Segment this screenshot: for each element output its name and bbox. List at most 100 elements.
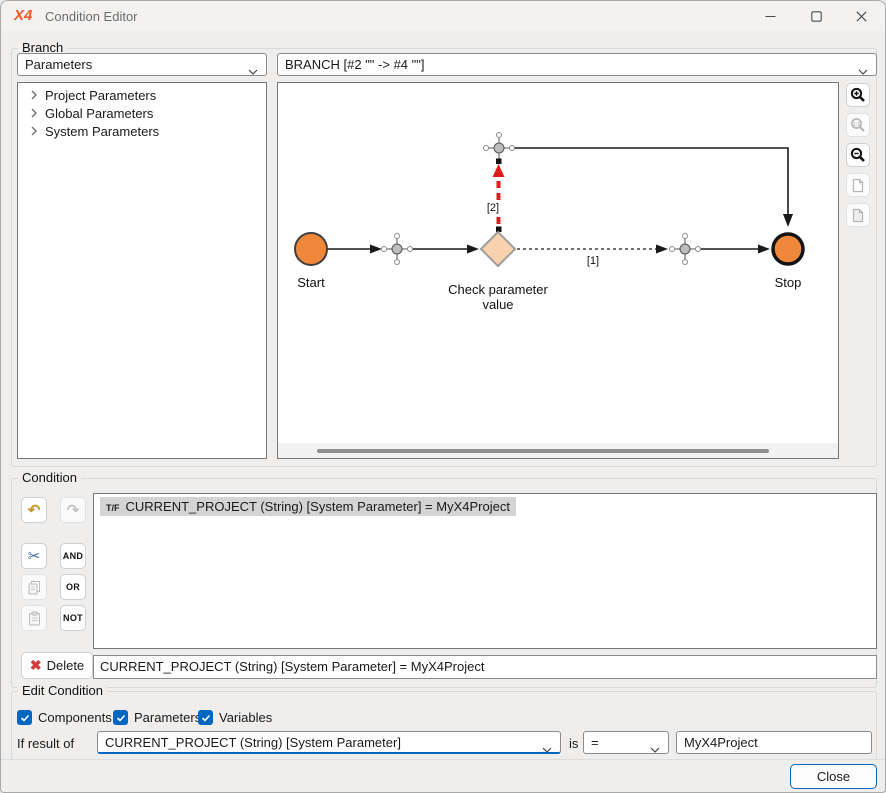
minimize-icon: [765, 11, 776, 22]
copy-icon: [27, 580, 42, 595]
cut-button[interactable]: ✂: [21, 543, 47, 569]
checkbox-checked-icon: [113, 710, 128, 725]
minimize-button[interactable]: [748, 1, 793, 31]
svg-text:1:1: 1:1: [853, 122, 861, 128]
operator-select[interactable]: =: [583, 731, 669, 754]
footer-separator: [1, 759, 885, 760]
checkbox-checked-icon: [198, 710, 213, 725]
edge-endpoint-handle[interactable]: [496, 159, 502, 165]
chevron-down-icon: [650, 741, 660, 754]
start-node-label: Start: [297, 275, 325, 290]
close-icon: [856, 11, 867, 22]
stop-node[interactable]: [773, 234, 803, 264]
close-button[interactable]: Close: [790, 764, 877, 789]
or-label: OR: [66, 582, 80, 592]
operand-select-value: CURRENT_PROJECT (String) [System Paramet…: [105, 735, 401, 750]
not-button[interactable]: NOT: [60, 605, 86, 631]
condition-list-item[interactable]: T/F CURRENT_PROJECT (String) [System Par…: [100, 497, 516, 516]
chevron-right-icon: [26, 108, 42, 118]
stop-node-label: Stop: [775, 275, 802, 290]
zoom-out-icon: [850, 147, 866, 163]
chevron-down-icon: [542, 741, 552, 754]
arrowhead-icon: [467, 245, 479, 254]
checkbox-label: Variables: [219, 710, 272, 725]
condition-expression-field[interactable]: CURRENT_PROJECT (String) [System Paramet…: [93, 655, 877, 679]
zoom-actual-size-button[interactable]: 1:1: [846, 113, 870, 137]
branch-select[interactable]: BRANCH [#2 "" -> #4 ""]: [277, 53, 877, 76]
x4-logo-icon: X4: [14, 7, 32, 24]
edge2-label: [2]: [487, 202, 499, 214]
tree-item-label: System Parameters: [45, 124, 159, 139]
edge-branch2-route[interactable]: [512, 148, 788, 214]
close-window-button[interactable]: [839, 1, 884, 31]
window-title: Condition Editor: [45, 9, 138, 24]
page-icon: [851, 178, 865, 193]
checkbox-parameters[interactable]: Parameters: [113, 710, 201, 725]
workflow-diagram: [2] [1] Start Check parameter value Stop: [278, 83, 838, 444]
edge1-label: [1]: [587, 255, 599, 267]
checkbox-label: Parameters: [134, 710, 201, 725]
and-button[interactable]: AND: [60, 543, 86, 569]
delete-icon: ✖: [30, 657, 42, 674]
delete-button[interactable]: ✖ Delete: [21, 652, 93, 679]
arrowhead-icon: [656, 245, 668, 254]
connector-node-1[interactable]: [382, 234, 413, 265]
redo-icon: ↷: [67, 501, 80, 519]
undo-icon: ↶: [28, 501, 41, 519]
condition-item-text: CURRENT_PROJECT (String) [System Paramet…: [126, 499, 510, 514]
or-button[interactable]: OR: [60, 574, 86, 600]
connector-node-2[interactable]: [484, 133, 515, 162]
tree-item-project-parameters[interactable]: Project Parameters: [18, 86, 266, 104]
redo-button[interactable]: ↷: [60, 497, 86, 523]
chevron-right-icon: [26, 90, 42, 100]
arrowhead-icon: [783, 214, 793, 227]
chevron-down-icon: [248, 63, 258, 76]
workflow-diagram-canvas[interactable]: [2] [1] Start Check parameter value Stop: [278, 83, 838, 442]
checkbox-variables[interactable]: Variables: [198, 710, 272, 725]
chevron-right-icon: [26, 126, 42, 136]
operand-select[interactable]: CURRENT_PROJECT (String) [System Paramet…: [97, 731, 561, 754]
parameter-tree: Project Parameters Global Parameters Sys…: [17, 82, 267, 459]
copy-button[interactable]: [21, 574, 47, 600]
undo-button[interactable]: ↶: [21, 497, 47, 523]
parameter-category-select[interactable]: Parameters: [17, 53, 267, 76]
zoom-actual-size-icon: 1:1: [850, 117, 866, 133]
and-label: AND: [63, 551, 83, 561]
zoom-out-button[interactable]: [846, 143, 870, 167]
maximize-icon: [811, 11, 822, 22]
zoom-in-button[interactable]: [846, 83, 870, 107]
arrowhead-icon: [758, 245, 770, 254]
parameter-category-value: Parameters: [25, 57, 92, 72]
page-button[interactable]: [846, 173, 870, 197]
zoom-in-icon: [850, 87, 866, 103]
page-preview-button[interactable]: [846, 203, 870, 227]
value-input[interactable]: [676, 731, 872, 754]
scrollbar-thumb[interactable]: [317, 449, 769, 453]
diagram-horizontal-scrollbar[interactable]: [278, 443, 838, 458]
page-preview-icon: [851, 208, 865, 223]
connector-node-3[interactable]: [670, 234, 701, 265]
close-button-label: Close: [817, 769, 850, 784]
checkbox-checked-icon: [17, 710, 32, 725]
workflow-diagram-panel[interactable]: [2] [1] Start Check parameter value Stop: [277, 82, 839, 459]
condition-editor-dialog: X4 Condition Editor Branch Parameters BR…: [0, 0, 886, 793]
cut-icon: ✂: [28, 547, 41, 565]
checkbox-components[interactable]: Components: [17, 710, 112, 725]
paste-button[interactable]: [21, 605, 47, 631]
tree-item-global-parameters[interactable]: Global Parameters: [18, 104, 266, 122]
maximize-button[interactable]: [794, 1, 839, 31]
tree-item-system-parameters[interactable]: System Parameters: [18, 122, 266, 140]
paste-icon: [27, 611, 42, 626]
decision-node[interactable]: [481, 232, 515, 266]
condition-list[interactable]: T/F CURRENT_PROJECT (String) [System Par…: [93, 493, 877, 649]
edge-endpoint-handle[interactable]: [496, 227, 502, 233]
decision-node-label-line2: value: [482, 297, 513, 312]
title-bar: X4 Condition Editor: [1, 1, 885, 31]
chevron-down-icon: [858, 63, 868, 76]
tree-item-label: Global Parameters: [45, 106, 153, 121]
branch-select-value: BRANCH [#2 "" -> #4 ""]: [285, 57, 424, 72]
start-node[interactable]: [295, 233, 327, 265]
edge-branch2-selected[interactable]: [493, 159, 505, 233]
checkbox-label: Components: [38, 710, 112, 725]
condition-group-label: Condition: [18, 470, 81, 485]
